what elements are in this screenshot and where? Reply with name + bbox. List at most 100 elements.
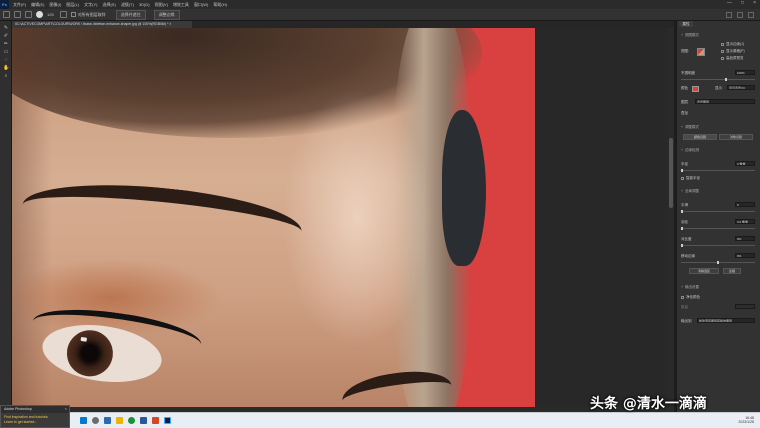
brush-tool-icon[interactable]: ✏ xyxy=(3,41,9,47)
brush-preview-icon[interactable] xyxy=(36,11,43,18)
subtract-mode-icon[interactable] xyxy=(25,11,32,18)
overlay-color-swatch[interactable] xyxy=(692,86,699,92)
tool-preset-icon[interactable] xyxy=(3,11,10,18)
object-selection-tool-icon[interactable]: ▭ xyxy=(3,49,9,55)
maximize-button[interactable]: □ xyxy=(741,0,744,6)
menu-window[interactable]: 窗口(W) xyxy=(194,2,208,8)
feather-field[interactable]: 0.0 像素 xyxy=(735,219,755,224)
layer-label: 图层 xyxy=(681,100,688,104)
color-aware-button[interactable]: 颜色识别 xyxy=(683,134,717,140)
output-to-label: 输出到 xyxy=(681,319,692,323)
sample-all-checkbox[interactable] xyxy=(70,12,76,17)
lasso-tool-icon[interactable]: ◌ xyxy=(3,57,9,63)
watermark: 头条 @清水一滴滴 xyxy=(590,396,707,412)
system-tray-clock[interactable]: 16:48 2023/1/28 xyxy=(738,416,754,424)
select-subject-button[interactable]: 选择并遮住 xyxy=(115,9,146,20)
menu-view[interactable]: 视图(V) xyxy=(155,2,168,8)
add-mode-icon[interactable] xyxy=(14,11,21,18)
show-original-checkbox[interactable] xyxy=(721,49,724,53)
start-icon[interactable] xyxy=(80,417,87,424)
view-mode-section[interactable]: ˅ 视图模式 xyxy=(681,33,699,38)
task-view-icon[interactable] xyxy=(104,417,111,424)
refine-mode-section[interactable]: ˅ 调整模式 xyxy=(681,125,699,130)
feather-slider-knob[interactable] xyxy=(681,227,683,230)
contrast-slider-knob[interactable] xyxy=(681,244,683,247)
quick-selection-tool-icon[interactable]: ✎ xyxy=(3,25,9,31)
smooth-slider[interactable] xyxy=(681,210,755,213)
object-aware-button[interactable]: 对象识别 xyxy=(719,134,753,140)
contrast-slider[interactable] xyxy=(681,244,755,247)
output-to-select[interactable]: 新建带有图层蒙版的图层 xyxy=(697,318,755,323)
menu-edit[interactable]: 编辑(E) xyxy=(31,2,44,8)
edge-detection-section[interactable]: ˅ 边缘检测 xyxy=(681,148,699,153)
close-button[interactable]: × xyxy=(753,0,756,6)
menu-3d[interactable]: 3D(D) xyxy=(139,2,150,7)
radius-slider[interactable] xyxy=(681,169,755,172)
show-edge-option[interactable]: 显示边缘(J) xyxy=(721,42,744,47)
output-settings-section[interactable]: ˅ 输出设置 xyxy=(681,285,699,290)
invert-button[interactable]: 反相 xyxy=(723,268,741,274)
powerpoint-icon[interactable] xyxy=(152,417,159,424)
color-label: 颜色 xyxy=(681,86,688,90)
smart-radius-option[interactable]: 智能半径 xyxy=(681,176,700,181)
menu-image[interactable]: 图像(I) xyxy=(49,2,61,8)
file-explorer-icon[interactable] xyxy=(116,417,123,424)
opacity-slider-knob[interactable] xyxy=(725,78,727,81)
menu-help[interactable]: 帮助(H) xyxy=(213,2,227,8)
document-tab[interactable]: IIC:\ACTIVECOMP\ART\COLOUR\WORK \ tbase-… xyxy=(12,21,192,28)
scroll-thumb[interactable] xyxy=(669,138,673,208)
menu-bar: Ps 文件(F) 编辑(E) 图像(I) 图层(L) 文字(Y) 选择(S) 滤… xyxy=(0,0,760,9)
show-edge-checkbox[interactable] xyxy=(721,42,724,46)
menu-plugins[interactable]: 增效工具 xyxy=(173,2,189,8)
contrast-field[interactable]: 0% xyxy=(735,236,755,241)
display-mode-select[interactable]: 显示背景(V) xyxy=(727,85,755,90)
edge-browser-icon[interactable] xyxy=(128,417,135,424)
vertical-scrollbar[interactable] xyxy=(668,28,674,407)
search-icon[interactable] xyxy=(726,12,732,18)
refine-edge-brush-icon[interactable]: ✐ xyxy=(3,33,9,39)
close-icon[interactable]: × xyxy=(65,406,67,411)
photoshop-taskbar-icon[interactable] xyxy=(164,417,171,424)
decontaminate-option[interactable]: 净化颜色 xyxy=(681,295,700,300)
view-thumbnail[interactable] xyxy=(697,48,705,56)
hq-preview-checkbox[interactable] xyxy=(721,56,724,60)
canvas-area[interactable] xyxy=(12,28,674,407)
menu-select[interactable]: 选择(S) xyxy=(102,2,115,8)
opacity-slider[interactable] xyxy=(681,78,755,81)
menu-layer[interactable]: 图层(L) xyxy=(66,2,79,8)
zoom-tool-icon[interactable]: ⌕ xyxy=(3,73,9,79)
smooth-field[interactable]: 0 xyxy=(735,202,755,207)
menu-type[interactable]: 文字(Y) xyxy=(84,2,97,8)
smooth-slider-knob[interactable] xyxy=(681,210,683,213)
decontaminate-checkbox[interactable] xyxy=(681,295,684,299)
notification-popup[interactable]: Adobe Photoshop × Find inspiration and t… xyxy=(0,405,70,428)
smart-radius-checkbox[interactable] xyxy=(681,176,684,180)
workspace-icon[interactable] xyxy=(737,12,743,18)
feather-slider[interactable] xyxy=(681,227,755,230)
angle-icon[interactable] xyxy=(59,11,67,18)
clear-selection-button[interactable]: 清除选区 xyxy=(689,268,719,274)
high-quality-preview-option[interactable]: 高品质预览 xyxy=(721,56,744,61)
smooth-label: 平滑 xyxy=(681,203,688,207)
minimize-button[interactable]: — xyxy=(727,0,732,6)
show-original-option[interactable]: 显示原稿(P) xyxy=(721,49,745,54)
brush-size-value[interactable]: 125 xyxy=(47,12,54,17)
search-icon[interactable] xyxy=(92,417,99,424)
shift-edge-slider-knob[interactable] xyxy=(717,261,719,264)
word-icon[interactable] xyxy=(140,417,147,424)
shift-edge-slider[interactable] xyxy=(681,261,755,264)
refine-edge-button[interactable]: 调整边缘 xyxy=(153,9,180,20)
photoshop-logo: Ps xyxy=(0,0,9,9)
share-icon[interactable] xyxy=(748,12,754,18)
radius-field[interactable]: 0 像素 xyxy=(735,161,755,166)
properties-tab[interactable]: 属性 xyxy=(679,21,693,27)
radius-slider-knob[interactable] xyxy=(681,169,683,172)
shift-edge-field[interactable]: 0% xyxy=(735,253,755,258)
layer-select[interactable]: 背景图层 xyxy=(695,99,755,104)
opacity-field[interactable]: 100% xyxy=(735,70,755,75)
menu-file[interactable]: 文件(F) xyxy=(13,2,26,8)
global-refine-section[interactable]: ˅ 全局调整 xyxy=(681,189,699,194)
hand-tool-icon[interactable]: ✋ xyxy=(3,65,9,71)
menu-filter[interactable]: 滤镜(T) xyxy=(121,2,134,8)
amount-field[interactable] xyxy=(735,304,755,309)
